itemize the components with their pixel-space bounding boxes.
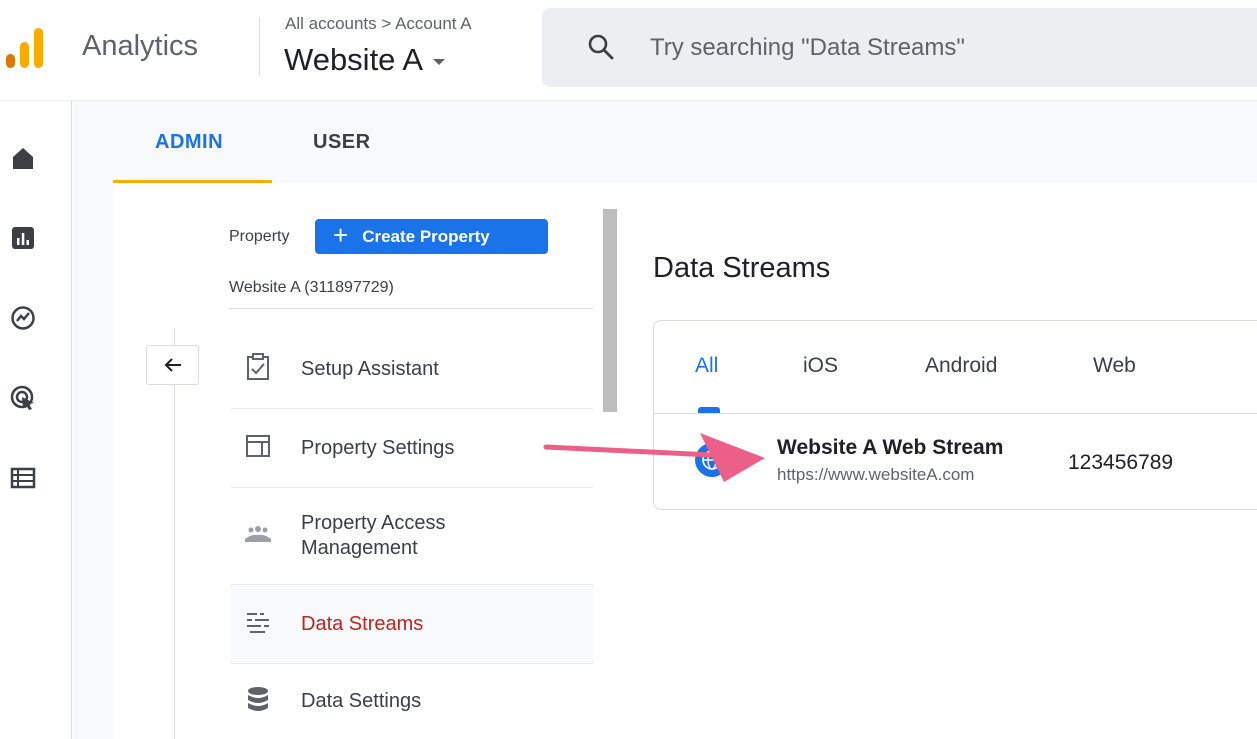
menu-item-property-access-management[interactable]: Property Access Management (231, 488, 593, 584)
card-divider (654, 413, 1257, 414)
filter-tab-ios[interactable]: iOS (803, 354, 838, 378)
data-streams-icon (243, 607, 273, 642)
tab-admin[interactable]: ADMIN (155, 131, 223, 154)
menu-item-label: Property Access Management (301, 512, 446, 559)
column-connector-line (174, 328, 175, 739)
back-button[interactable] (146, 345, 199, 385)
database-icon (243, 684, 273, 719)
menu-item-data-settings[interactable]: Data Settings (231, 664, 593, 739)
reports-icon[interactable] (10, 225, 36, 256)
filter-tab-android[interactable]: Android (925, 354, 997, 378)
top-bar: Analytics All accounts > Account A Websi… (0, 0, 1257, 100)
clipboard-check-icon (243, 352, 273, 387)
globe-icon (694, 442, 730, 483)
account-selector[interactable]: Website A (284, 42, 446, 78)
filter-tab-web[interactable]: Web (1093, 354, 1136, 378)
stream-id: 123456789 (1068, 451, 1174, 474)
breadcrumb[interactable]: All accounts > Account A (285, 14, 472, 34)
data-streams-title: Data Streams (653, 252, 831, 284)
stream-name[interactable]: Website A Web Stream (777, 436, 1003, 460)
content-gutter (73, 183, 113, 739)
property-divider (229, 308, 593, 309)
advertising-icon[interactable] (10, 385, 36, 416)
property-label: Property (229, 228, 290, 245)
people-icon (243, 519, 273, 554)
search-bar[interactable]: Try searching "Data Streams" (542, 8, 1257, 87)
header-divider (259, 18, 260, 76)
property-name[interactable]: Website A (311897729) (229, 279, 394, 297)
menu-item-label: Data Streams (301, 612, 424, 635)
tab-user[interactable]: USER (313, 131, 371, 154)
configure-icon[interactable] (10, 465, 36, 496)
menu-item-label: Data Settings (301, 690, 422, 712)
analytics-logo-icon[interactable] (6, 24, 50, 72)
arrow-left-icon (164, 358, 181, 372)
search-icon (588, 34, 614, 65)
menu-item-property-settings[interactable]: Property Settings (231, 409, 593, 487)
search-input[interactable]: Try searching "Data Streams" (650, 34, 965, 62)
left-nav-rail (0, 101, 72, 739)
menu-item-setup-assistant[interactable]: Setup Assistant (231, 330, 593, 408)
explore-icon[interactable] (10, 305, 36, 336)
create-property-button[interactable]: + Create Property (315, 219, 548, 254)
layout-icon (243, 431, 273, 466)
plus-icon: + (333, 220, 349, 250)
dropdown-caret-icon (433, 59, 446, 65)
app-name: Analytics (82, 30, 199, 62)
home-icon[interactable] (10, 145, 36, 176)
menu-item-data-streams[interactable]: Data Streams (231, 585, 593, 663)
menu-item-label: Setup Assistant (301, 357, 439, 380)
filter-tab-all[interactable]: All (695, 354, 718, 378)
create-property-label: Create Property (362, 226, 490, 246)
admin-tabs-bar: ADMIN USER (73, 101, 1257, 183)
stream-url: https://www.websiteA.com (777, 465, 975, 484)
account-title: Website A (284, 42, 424, 77)
menu-scrollbar[interactable] (603, 209, 617, 412)
menu-item-label: Property Settings (301, 436, 455, 459)
